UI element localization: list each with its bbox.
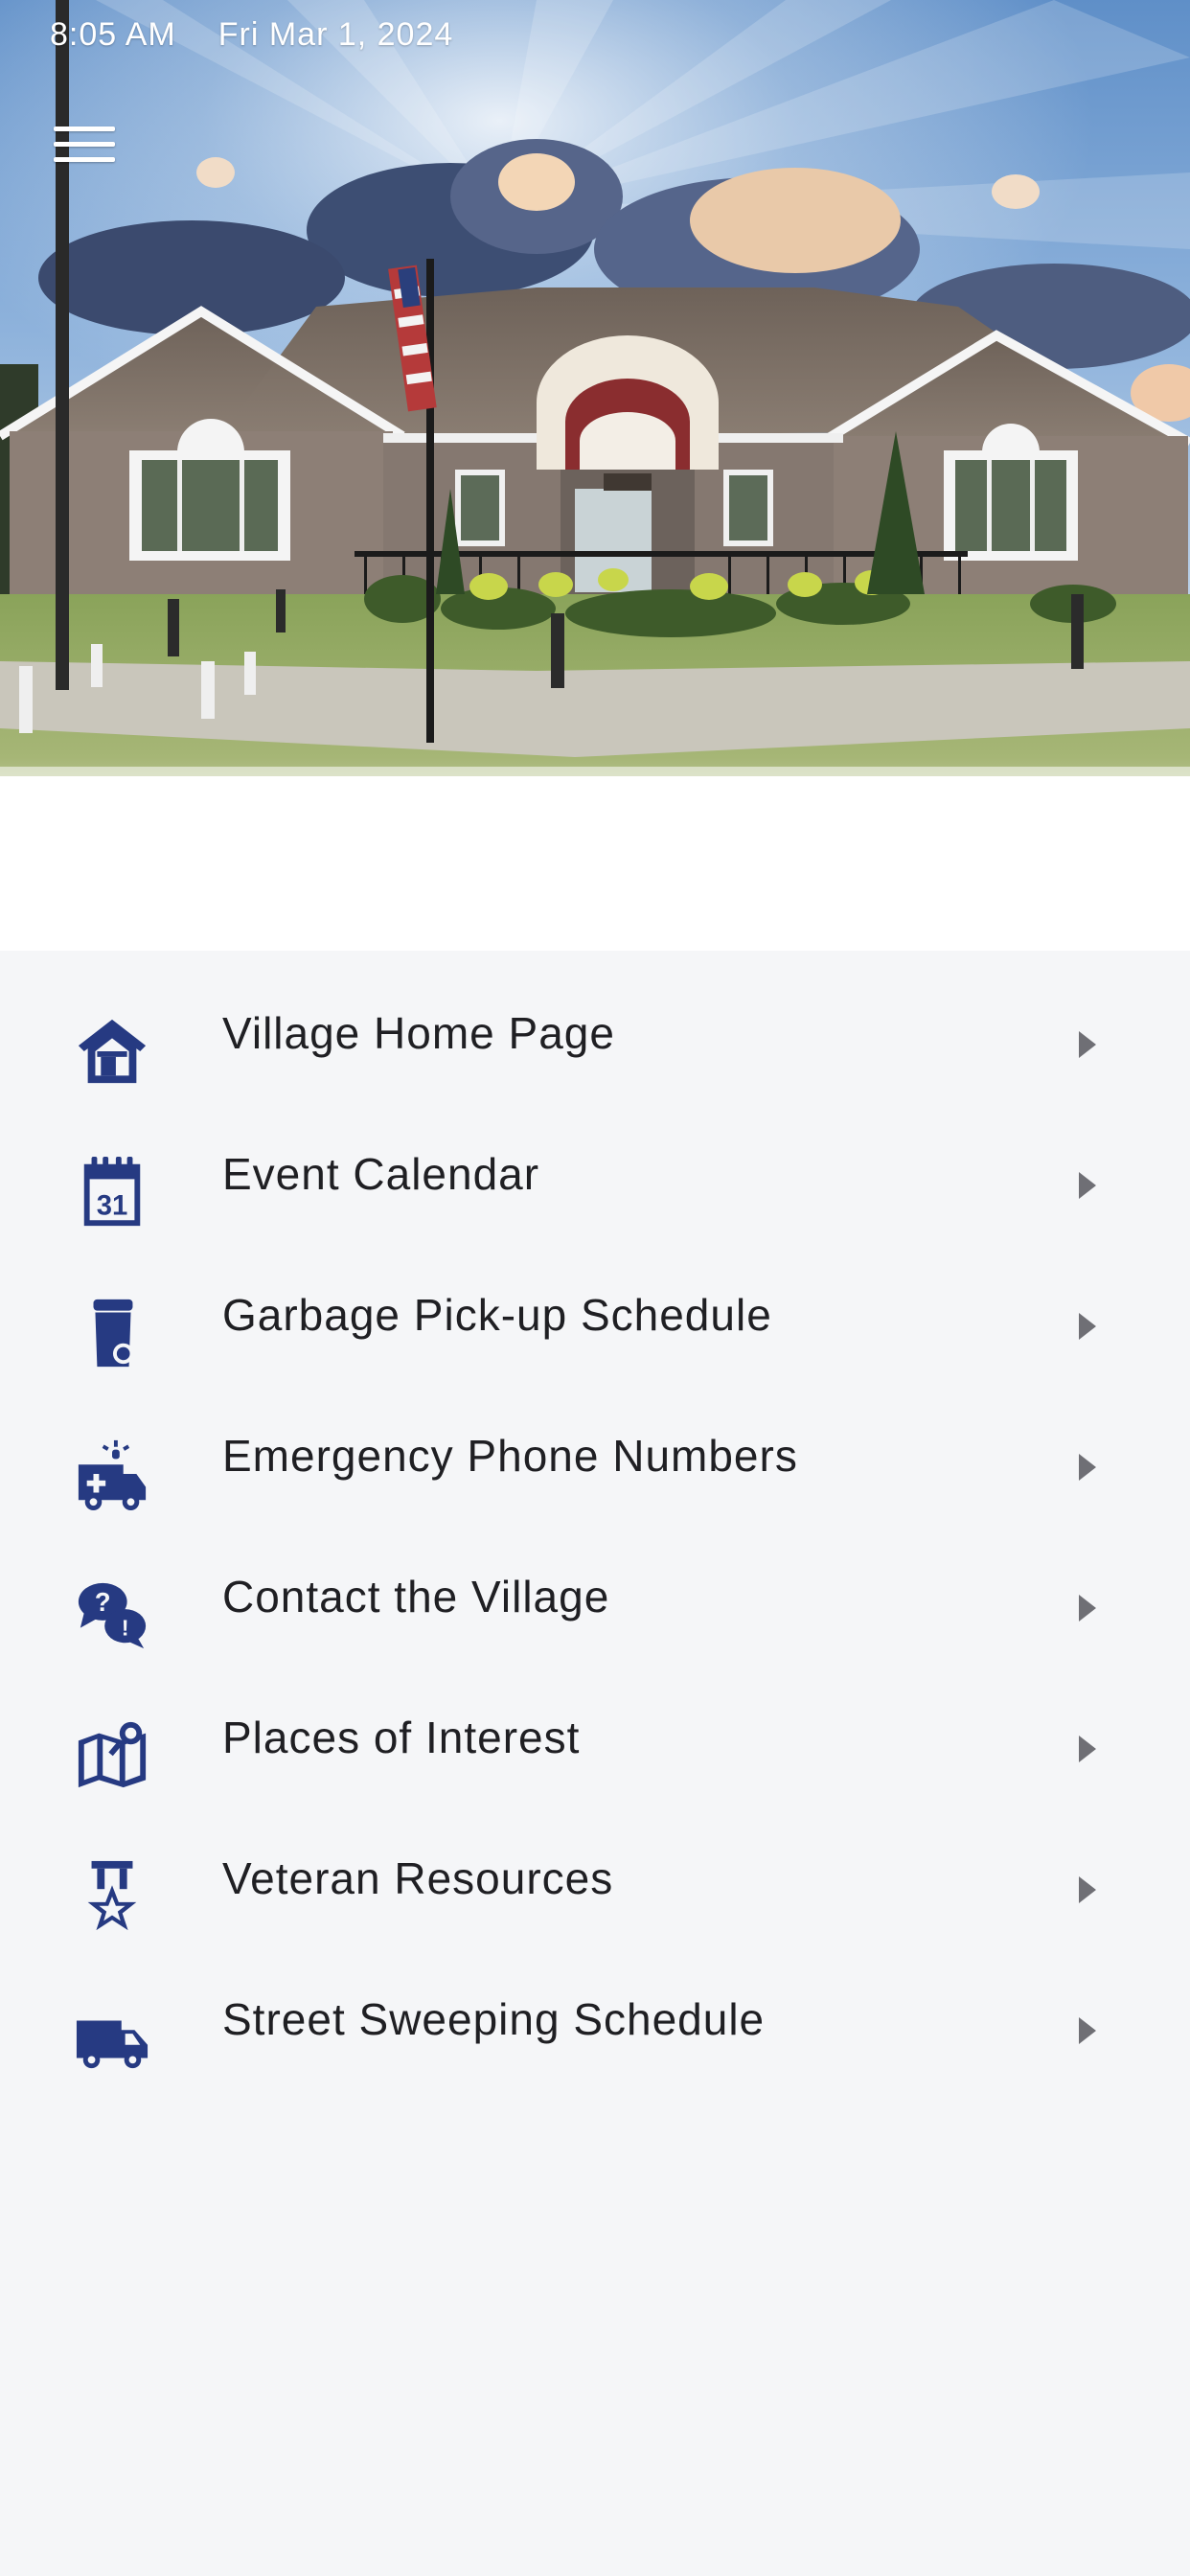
menu-item-emergency-phone-numbers[interactable]: Emergency Phone Numbers [0,1404,1190,1545]
menu-line [54,126,115,131]
menu-item-veteran-resources[interactable]: Veteran Resources [0,1827,1190,1967]
chevron-right-icon [1077,2013,1098,2048]
menu-item-event-calendar[interactable]: 31 Event Calendar [0,1122,1190,1263]
menu-line [54,141,115,147]
menu-item-contact-the-village[interactable]: ?! Contact the Village [0,1545,1190,1686]
chevron-right-icon [1077,1168,1098,1203]
hero-header: 8:05 AM Fri Mar 1, 2024 [0,0,1190,951]
menu-item-garbage-pick-up-schedule[interactable]: Garbage Pick-up Schedule [0,1263,1190,1404]
chevron-right-icon [1077,1027,1098,1062]
hamburger-menu-icon[interactable] [54,113,130,174]
chevron-right-icon [1077,1873,1098,1907]
menu-item-places-of-interest[interactable]: Places of Interest [0,1686,1190,1827]
truck-icon [73,1998,151,2077]
menu-item-village-home-page[interactable]: Village Home Page [0,981,1190,1122]
menu-item-label: Street Sweeping Schedule [222,1994,766,2044]
home-icon [73,1012,151,1091]
svg-text:!: ! [122,1615,129,1640]
menu-item-label: Veteran Resources [222,1853,614,1903]
menu-item-label: Garbage Pick-up Schedule [222,1290,772,1340]
svg-text:31: 31 [97,1190,128,1221]
chevron-right-icon [1077,1309,1098,1344]
garbage-can-icon [73,1294,151,1372]
medal-star-icon [73,1857,151,1936]
status-time: 8:05 AM [50,15,176,53]
question-chat-icon: ?! [73,1576,151,1654]
menu-item-label: Village Home Page [222,1008,615,1058]
svg-text:?: ? [95,1587,111,1617]
map-search-icon [73,1716,151,1795]
ambulance-icon [73,1435,151,1513]
chevron-right-icon [1077,1450,1098,1484]
chevron-right-icon [1077,1732,1098,1766]
menu-item-label: Emergency Phone Numbers [222,1431,798,1481]
chevron-right-icon [1077,1591,1098,1625]
calendar-icon: 31 [73,1153,151,1231]
menu-item-street-sweeping-schedule[interactable]: Street Sweeping Schedule [0,1967,1190,2108]
menu-item-label: Places of Interest [222,1713,581,1762]
menu-line [54,156,115,162]
village-hall-photo [0,0,1190,951]
menu-item-label: Event Calendar [222,1149,540,1199]
status-date: Fri Mar 1, 2024 [217,15,454,53]
main-menu-list: Village Home Page 31 Event Calendar Garb… [0,951,1190,2576]
app-screen: 8:05 AM Fri Mar 1, 2024 Village Home Pag… [0,0,1190,2576]
menu-item-label: Contact the Village [222,1572,610,1622]
status-bar: 8:05 AM Fri Mar 1, 2024 [50,13,453,56]
